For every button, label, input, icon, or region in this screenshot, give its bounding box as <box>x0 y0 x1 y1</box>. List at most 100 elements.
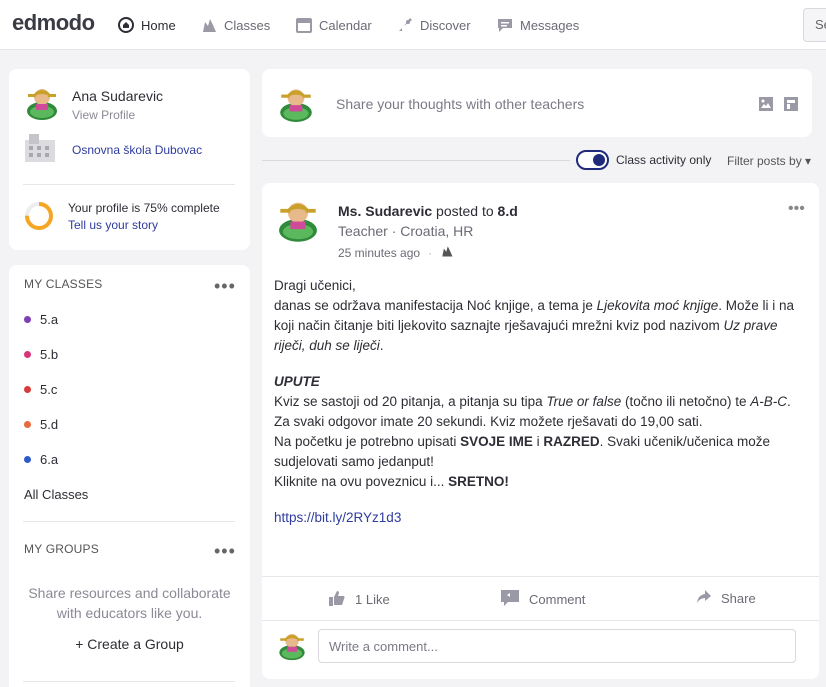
class-label: 6.a <box>40 452 59 467</box>
nav-classes-label: Classes <box>224 17 271 33</box>
post-timestamp: 25 minutes ago <box>338 245 421 260</box>
nav-classes[interactable]: Classes <box>200 14 270 36</box>
profile-card: Ana Sudarevic View Profile Osnovna škola… <box>9 69 250 250</box>
home-icon <box>117 16 135 34</box>
share-post-card: Share your thoughts with other teachers <box>262 69 812 137</box>
chat-icon <box>496 16 514 34</box>
class-item-5a[interactable]: 5.a <box>24 312 58 327</box>
divider <box>23 521 235 522</box>
comment-input[interactable]: Write a comment... <box>318 629 796 663</box>
post-greeting: Dragi učenici, <box>274 278 356 293</box>
image-icon[interactable] <box>758 96 774 115</box>
post-author-name[interactable]: Ms. Sudarevic <box>338 203 432 219</box>
view-profile-link[interactable]: View Profile <box>72 108 135 122</box>
avatar <box>276 83 316 123</box>
class-color-dot <box>24 421 31 428</box>
text-run: SRETNO! <box>448 474 509 489</box>
divider <box>23 681 235 682</box>
meta-separator: · <box>428 245 433 260</box>
comment-icon <box>500 589 520 610</box>
school-link[interactable]: Osnovna škola Dubovac <box>72 143 202 157</box>
post-heading: UPUTE <box>274 372 804 392</box>
rocket-icon <box>396 16 414 34</box>
post-actions-bar: 1 Like Comment Share <box>262 576 819 621</box>
my-classes-title: MY CLASSES <box>24 277 103 291</box>
groups-description-line2: with educators like you. <box>56 605 203 621</box>
post-meta: 25 minutes ago · <box>338 244 454 261</box>
tell-story-link[interactable]: Tell us your story <box>68 218 158 232</box>
text-run: A-B-C <box>750 394 788 409</box>
groups-description-line1: Share resources and collaborate <box>28 585 231 601</box>
nav-home[interactable]: Home <box>117 14 176 36</box>
nav-calendar-label: Calendar <box>319 17 372 33</box>
class-item-6a[interactable]: 6.a <box>24 452 58 467</box>
avatar[interactable] <box>23 83 61 121</box>
top-navigation-bar: edmodo Home Classes Calendar Discover Me… <box>0 0 826 50</box>
class-item-5b[interactable]: 5.b <box>24 347 58 362</box>
text-run: . <box>787 394 791 409</box>
post-paragraph-5: Kliknite na ovu poveznicu i... SRETNO! <box>274 472 804 492</box>
groups-more-icon[interactable]: ••• <box>214 542 236 560</box>
share-label: Share <box>721 591 756 606</box>
avatar <box>276 629 308 661</box>
class-item-5c[interactable]: 5.c <box>24 382 57 397</box>
post-paragraph-1: danas se održava manifestacija Noć knjig… <box>274 296 804 356</box>
school-image <box>23 132 57 164</box>
posted-to-class[interactable]: 8.d <box>498 203 518 219</box>
nav-discover-label: Discover <box>420 17 471 33</box>
comment-button[interactable]: Comment <box>500 589 585 610</box>
class-label: 5.b <box>40 347 59 362</box>
class-activity-toggle[interactable] <box>576 150 609 170</box>
post-header: Ms. Sudarevic posted to 8.d <box>338 203 518 219</box>
post-more-icon[interactable]: ••• <box>788 201 805 217</box>
class-color-dot <box>24 456 31 463</box>
nav-messages[interactable]: Messages <box>496 14 579 36</box>
attachment-icon[interactable] <box>783 96 799 115</box>
post-paragraph-4: Na početku je potrebno upisati SVOJE IME… <box>274 432 804 472</box>
avatar[interactable] <box>274 195 322 243</box>
divider <box>23 184 235 185</box>
nav-messages-label: Messages <box>520 17 580 33</box>
class-activity-label: Class activity only <box>616 153 712 167</box>
class-color-dot <box>24 316 31 323</box>
text-run: True or false <box>546 394 622 409</box>
text-run: danas se održava manifestacija Noć knjig… <box>274 298 597 313</box>
edmodo-logo[interactable]: edmodo <box>12 10 95 36</box>
share-button[interactable]: Share <box>696 589 756 608</box>
class-item-5d[interactable]: 5.d <box>24 417 58 432</box>
toggle-knob <box>593 154 605 166</box>
search-input[interactable]: Se <box>803 8 826 42</box>
post-body: Dragi učenici, danas se održava manifest… <box>274 276 804 528</box>
filter-posts-dropdown[interactable]: Filter posts by ▾ <box>727 154 811 168</box>
classes-icon <box>200 16 218 34</box>
text-run: RAZRED <box>543 434 600 449</box>
post-link[interactable]: https://bit.ly/2RYz1d3 <box>274 510 401 525</box>
class-color-dot <box>24 351 31 358</box>
calendar-icon <box>295 16 313 34</box>
text-run: UPUTE <box>274 374 320 389</box>
text-run: Ljekovita moć knjige <box>596 298 719 313</box>
create-group-button[interactable]: + Create a Group <box>9 636 250 652</box>
all-classes-link[interactable]: All Classes <box>24 487 88 502</box>
post-paragraph-2: Kviz se sastoji od 20 pitanja, a pitanja… <box>274 392 804 412</box>
nav-home-label: Home <box>141 17 176 33</box>
classes-icon <box>440 244 454 261</box>
my-groups-title: MY GROUPS <box>24 542 99 556</box>
post-card: Ms. Sudarevic posted to 8.d Teacher · Cr… <box>262 183 819 679</box>
classes-groups-card: MY CLASSES ••• 5.a 5.b 5.c 5.d 6.a All C… <box>9 265 250 687</box>
share-thoughts-input[interactable]: Share your thoughts with other teachers <box>336 96 584 112</box>
profile-name[interactable]: Ana Sudarevic <box>72 88 163 104</box>
post-author-role: Teacher · Croatia, HR <box>338 223 474 239</box>
profile-completion-text: Your profile is 75% complete <box>68 201 220 215</box>
text-run: SVOJE IME <box>460 434 533 449</box>
like-button[interactable]: 1 Like <box>328 589 390 610</box>
text-run: i <box>532 434 544 449</box>
nav-calendar[interactable]: Calendar <box>295 14 372 36</box>
classes-more-icon[interactable]: ••• <box>214 277 236 295</box>
profile-progress-ring <box>24 201 54 234</box>
text-run: Na početku je potrebno upisati <box>274 434 461 449</box>
text-run: Kviz se sastoji od 20 pitanja, a pitanja… <box>274 394 547 409</box>
thumbs-up-icon <box>328 589 346 610</box>
nav-discover[interactable]: Discover <box>396 14 471 36</box>
